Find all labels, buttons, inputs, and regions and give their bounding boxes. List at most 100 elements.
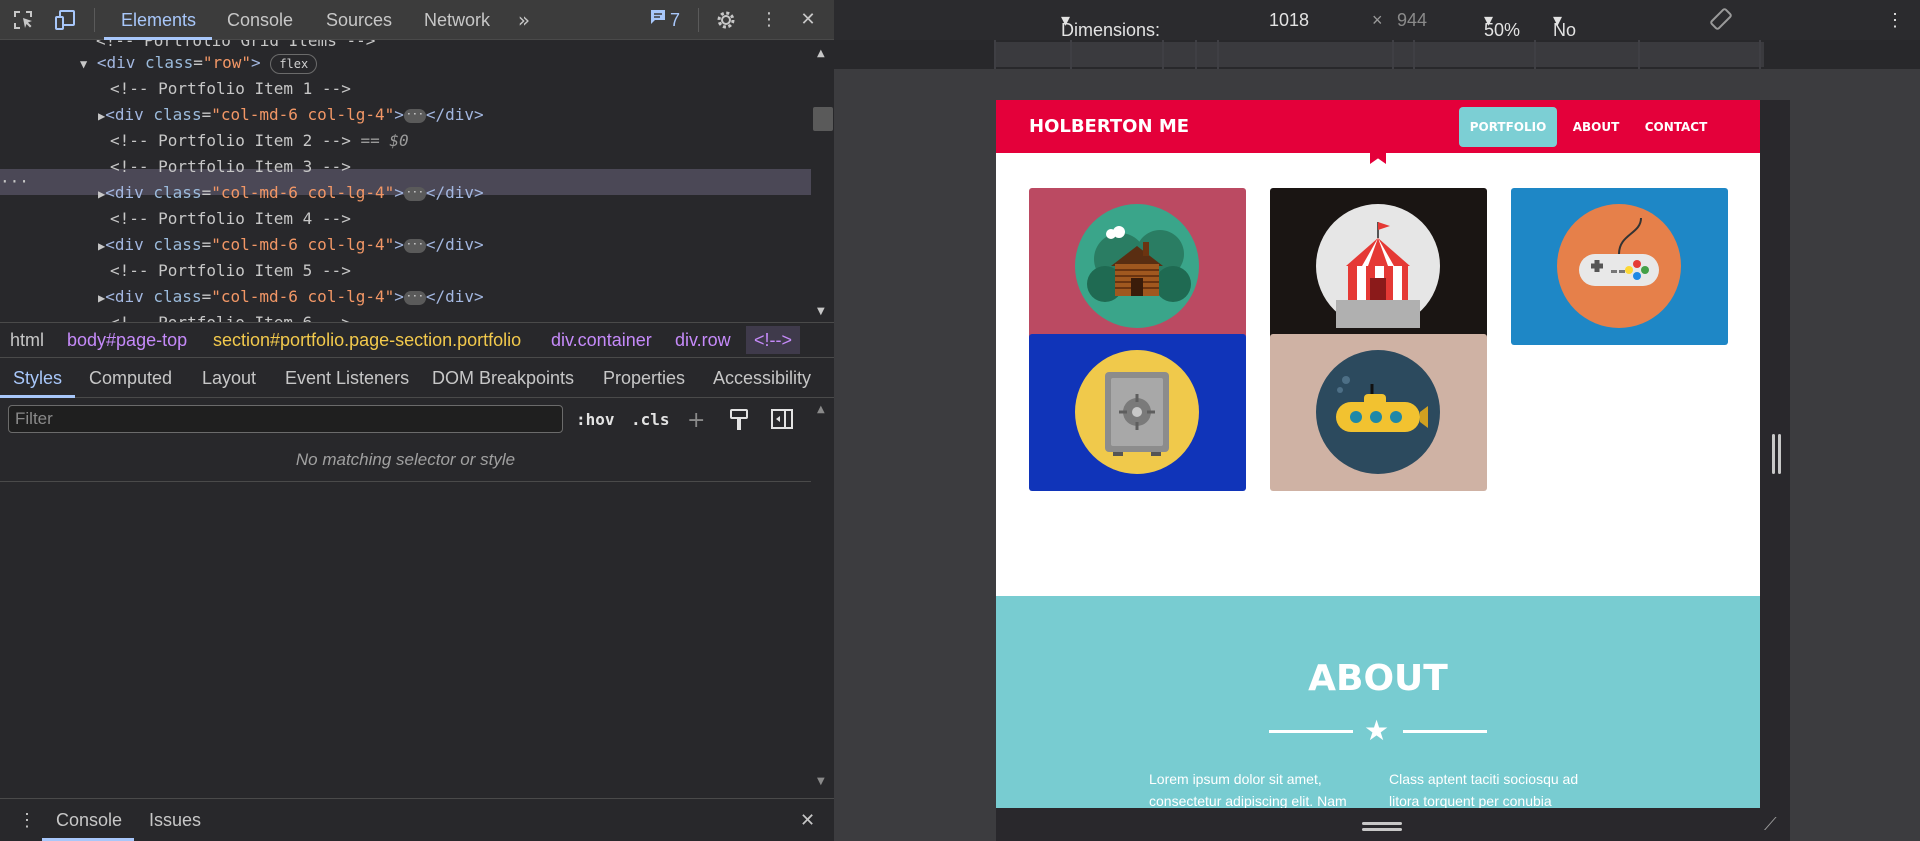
breadcrumb-html[interactable]: html: [10, 330, 44, 351]
paint-brush-icon[interactable]: [728, 408, 750, 436]
dimensions-dropdown[interactable]: Dimensions: Responsive ▾: [1061, 10, 1160, 61]
breadcrumb-container[interactable]: div.container: [551, 330, 652, 351]
collapsed-ellipsis[interactable]: ···: [403, 290, 426, 305]
tree-line-div[interactable]: ▶<div class="col-md-6 col-lg-4"> ··· </div…: [98, 102, 484, 128]
portfolio-item-submarine[interactable]: [1270, 334, 1487, 491]
rotate-icon[interactable]: [1707, 5, 1735, 38]
height-field[interactable]: 944: [1397, 10, 1427, 31]
divider-line-right: [1403, 730, 1487, 733]
tree-line-comment[interactable]: <!-- Portfolio Item 3 -->: [110, 154, 351, 180]
scroll-down-arrow-icon[interactable]: ▼: [817, 306, 825, 317]
tree-line-comment-selected[interactable]: <!-- Portfolio Item 2 --> == $0: [110, 128, 409, 154]
breadcrumb-body[interactable]: body#page-top: [67, 330, 187, 351]
issues-count[interactable]: 7: [670, 10, 680, 31]
tree-line-div[interactable]: ▶<div class="col-md-6 col-lg-4"> ··· </div…: [98, 232, 484, 258]
portfolio-item-safe[interactable]: [1029, 334, 1246, 491]
node-actions-icon[interactable]: ···: [0, 169, 29, 195]
nav-contact[interactable]: CONTACT: [1636, 107, 1716, 147]
tab-accessibility[interactable]: Accessibility: [713, 368, 811, 389]
drawer-menu-icon[interactable]: ⋮: [18, 810, 36, 831]
gear-icon[interactable]: [714, 8, 738, 32]
drawer-close-icon[interactable]: ✕: [800, 810, 815, 831]
drawer-tab-issues[interactable]: Issues: [149, 810, 201, 831]
resize-handle-bottom[interactable]: [1362, 822, 1402, 825]
resize-handle-right[interactable]: [1772, 434, 1775, 474]
drawer-tabbar: ⋮ Console Issues ✕: [0, 798, 834, 841]
about-title: ABOUT: [1308, 658, 1448, 699]
filter-input[interactable]: [8, 405, 563, 433]
throttling-dropdown[interactable]: No throttling ▾: [1553, 10, 1622, 61]
drawer-tab-console[interactable]: Console: [56, 810, 122, 831]
nav-portfolio[interactable]: PORTFOLIO: [1459, 107, 1557, 147]
breadcrumb-comment[interactable]: <!-->: [746, 326, 801, 354]
ruler-tick: [1413, 40, 1415, 69]
tree-line-comment[interactable]: <!-- Portfolio Item 4 -->: [110, 206, 351, 232]
nav-about[interactable]: ABOUT: [1568, 107, 1624, 147]
no-match-message: No matching selector or style: [295, 450, 516, 469]
tab-computed[interactable]: Computed: [89, 368, 172, 389]
cls-toggle[interactable]: .cls: [631, 410, 670, 429]
tree-line-comment[interactable]: <!-- Portfolio Item 1 -->: [110, 76, 351, 102]
device-viewport-area: Dimensions: Responsive ▾ 1018 × 944 50% …: [834, 0, 1920, 841]
tree-line-row[interactable]: ▼ <div class="row"> flex: [80, 50, 318, 76]
width-field[interactable]: 1018: [1269, 10, 1309, 31]
flex-badge[interactable]: flex: [270, 53, 318, 74]
scroll-up-arrow-icon[interactable]: ▲: [817, 404, 825, 415]
close-icon[interactable]: ✕: [796, 8, 820, 32]
about-text-right: Class aptent taciti sociosqu ad litora t…: [1389, 771, 1579, 809]
site-navbar: HOLBERTON ME PORTFOLIO ABOUT CONTACT: [996, 100, 1760, 153]
tab-dom-breakpoints[interactable]: DOM Breakpoints: [432, 368, 574, 389]
ruler-segment[interactable]: [994, 42, 1764, 67]
elements-scrollbar[interactable]: ▲ ▼: [811, 44, 834, 322]
styles-scrollbar[interactable]: ▲ ▼: [811, 398, 834, 798]
add-style-rule-icon[interactable]: +: [687, 408, 705, 433]
tree-line-comment[interactable]: <!-- Portfolio Item 5 -->: [110, 258, 351, 284]
tab-event-listeners[interactable]: Event Listeners: [285, 368, 409, 389]
tab-console[interactable]: Console: [227, 10, 293, 31]
tab-styles[interactable]: Styles: [13, 368, 62, 389]
tree-line-comment[interactable]: <!-- Portfolio Item 6 -->: [110, 310, 351, 322]
tab-properties[interactable]: Properties: [603, 368, 685, 389]
styles-tabbar: Styles Computed Layout Event Listeners D…: [0, 358, 834, 398]
tab-sources[interactable]: Sources: [326, 10, 392, 31]
tree-line-div[interactable]: ▶<div class="col-md-6 col-lg-4"> ··· </div…: [98, 284, 484, 310]
divider: [0, 481, 811, 482]
kebab-menu-icon[interactable]: ⋮: [757, 8, 781, 32]
resize-handle-bottom-grip[interactable]: [1362, 828, 1402, 831]
breadcrumb-section[interactable]: section#portfolio.page-section.portfolio: [213, 330, 521, 351]
collapsed-ellipsis[interactable]: ···: [403, 186, 426, 201]
sidebar-toggle-icon[interactable]: [770, 408, 794, 434]
active-subtab-underline: [0, 395, 75, 398]
site-brand[interactable]: HOLBERTON ME: [1029, 116, 1189, 137]
inspect-element-icon[interactable]: [11, 8, 35, 32]
tab-layout[interactable]: Layout: [202, 368, 256, 389]
elements-scroll-thumb[interactable]: [813, 107, 833, 131]
tree-line-div[interactable]: ▶<div class="col-md-6 col-lg-4"> ··· </div…: [98, 180, 484, 206]
hov-toggle[interactable]: :hov: [576, 410, 615, 429]
tab-network[interactable]: Network: [424, 10, 490, 31]
toolbar-divider: [698, 8, 699, 32]
collapsed-ellipsis[interactable]: ···: [403, 238, 426, 253]
circus-tent-icon: [1316, 204, 1440, 345]
star-ribbon-icon: [1370, 150, 1386, 164]
breadcrumb-row[interactable]: div.row: [675, 330, 731, 351]
issues-icon[interactable]: [648, 8, 668, 32]
resize-corner-icon[interactable]: ⟋: [1764, 814, 1777, 835]
portfolio-item-cabin[interactable]: [1029, 188, 1246, 345]
collapsed-ellipsis[interactable]: ···: [403, 108, 426, 123]
scroll-down-arrow-icon[interactable]: ▼: [817, 776, 825, 787]
portfolio-item-circus-tent[interactable]: [1270, 188, 1487, 345]
device-menu-icon[interactable]: ⋮: [1886, 10, 1904, 31]
emulated-page: HOLBERTON ME PORTFOLIO ABOUT CONTACT ABO…: [996, 100, 1760, 810]
tab-elements[interactable]: Elements: [121, 10, 196, 31]
more-tabs-icon[interactable]: »: [512, 8, 536, 32]
divider-line-left: [1269, 730, 1353, 733]
resize-handle-right-grip[interactable]: [1778, 434, 1781, 474]
ruler-tick: [994, 40, 996, 69]
device-toggle-icon[interactable]: [54, 8, 78, 32]
toolbar-divider: [94, 8, 95, 32]
zoom-dropdown[interactable]: 50% ▾: [1484, 10, 1520, 40]
portfolio-item-game-controller[interactable]: [1511, 188, 1728, 345]
device-toolbar: Dimensions: Responsive ▾ 1018 × 944 50% …: [834, 0, 1920, 61]
scroll-up-arrow-icon[interactable]: ▲: [817, 48, 825, 59]
